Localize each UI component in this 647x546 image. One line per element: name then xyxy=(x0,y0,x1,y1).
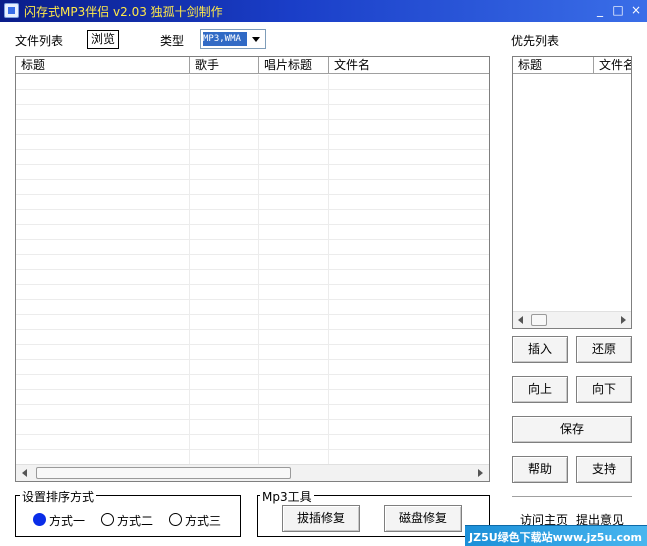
scroll-right-icon[interactable] xyxy=(478,469,483,477)
priority-list-header: 标题 文件名 xyxy=(513,57,631,74)
close-button[interactable]: × xyxy=(629,4,643,18)
priority-list-label: 优先列表 xyxy=(511,34,560,48)
scroll-right-icon[interactable] xyxy=(621,316,626,324)
sort-method-group: 设置排序方式 方式一 方式二 方式三 xyxy=(15,488,241,537)
app-icon xyxy=(4,3,19,18)
plug-repair-button[interactable]: 拔插修复 xyxy=(282,505,360,532)
priority-list-view[interactable]: 标题 文件名 xyxy=(512,56,632,329)
column-divider xyxy=(258,75,259,464)
maximize-button[interactable]: □ xyxy=(611,4,625,18)
sort-option-2-label[interactable]: 方式二 xyxy=(117,512,153,529)
column-header-filename[interactable]: 文件名 xyxy=(594,57,631,74)
browse-button[interactable]: 浏览 xyxy=(87,30,119,49)
insert-button[interactable]: 插入 xyxy=(512,336,568,363)
column-divider xyxy=(328,75,329,464)
restore-button[interactable]: 还原 xyxy=(576,336,632,363)
file-list-label: 文件列表 xyxy=(15,34,64,48)
column-header-album[interactable]: 唱片标题 xyxy=(259,57,329,74)
file-list-body[interactable] xyxy=(16,75,489,464)
file-list-hscrollbar[interactable] xyxy=(16,464,489,481)
column-header-filename[interactable]: 文件名 xyxy=(329,57,489,74)
scroll-thumb[interactable] xyxy=(531,314,547,326)
sort-option-3-label[interactable]: 方式三 xyxy=(185,512,221,529)
file-list-header: 标题 歌手 唱片标题 文件名 xyxy=(16,57,489,74)
scroll-thumb[interactable] xyxy=(36,467,291,479)
sort-option-1-label[interactable]: 方式一 xyxy=(49,512,85,529)
file-list-view[interactable]: 标题 歌手 唱片标题 文件名 xyxy=(15,56,490,482)
column-header-title[interactable]: 标题 xyxy=(16,57,190,74)
priority-list-body[interactable] xyxy=(513,75,631,311)
help-button[interactable]: 帮助 xyxy=(512,456,568,483)
sort-group-title: 设置排序方式 xyxy=(20,488,97,505)
save-button[interactable]: 保存 xyxy=(512,416,632,443)
type-select[interactable]: MP3,WMA xyxy=(200,29,266,49)
disk-repair-button[interactable]: 磁盘修复 xyxy=(384,505,462,532)
sort-option-1-radio[interactable] xyxy=(33,513,46,526)
move-down-button[interactable]: 向下 xyxy=(576,376,632,403)
sort-option-3-radio[interactable] xyxy=(169,513,182,526)
client-area: 文件列表 浏览 类型 MP3,WMA 优先列表 标题 歌手 唱片标题 文件名 标… xyxy=(0,22,647,546)
title-bar: 闪存式MP3伴侣 v2.03 独孤十剑制作 _ □ × xyxy=(0,0,647,22)
mp3-tools-group: Mp3工具 拔插修复 磁盘修复 xyxy=(257,488,490,537)
window-title: 闪存式MP3伴侣 v2.03 独孤十剑制作 xyxy=(24,5,223,19)
sort-option-2-radio[interactable] xyxy=(101,513,114,526)
separator xyxy=(512,496,632,498)
watermark-text: JZ5U绿色下载站www.jz5u.com xyxy=(469,531,642,544)
move-up-button[interactable]: 向上 xyxy=(512,376,568,403)
support-button[interactable]: 支持 xyxy=(576,456,632,483)
type-label: 类型 xyxy=(160,34,185,48)
type-select-value: MP3,WMA xyxy=(203,32,247,46)
scroll-left-icon[interactable] xyxy=(518,316,523,324)
chevron-down-icon[interactable] xyxy=(248,31,264,47)
scroll-left-icon[interactable] xyxy=(22,469,27,477)
column-header-artist[interactable]: 歌手 xyxy=(190,57,259,74)
priority-list-hscrollbar[interactable] xyxy=(513,311,631,328)
minimize-button[interactable]: _ xyxy=(593,4,607,18)
column-header-title[interactable]: 标题 xyxy=(513,57,594,74)
mp3-tools-title: Mp3工具 xyxy=(260,488,314,505)
column-divider xyxy=(189,75,190,464)
site-watermark: JZ5U绿色下载站www.jz5u.com xyxy=(465,525,647,546)
